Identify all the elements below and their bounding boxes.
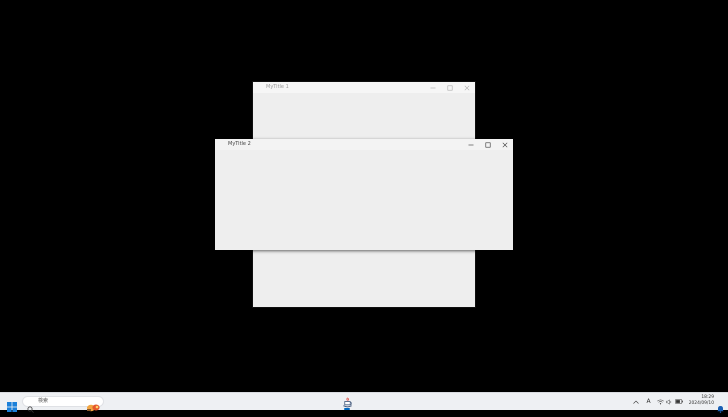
title-bar[interactable]: MyTitle 1 [253,82,475,99]
maximize-icon [485,142,491,148]
desktop: MyTitle 1 MyTitle 2 [0,0,728,392]
close-button[interactable] [458,82,475,93]
battery-icon [674,399,683,404]
taskbar: 検索 A 18:29 2024/09/10 [0,392,728,413]
chevron-up-icon [633,400,639,404]
java-app-icon [257,85,263,99]
wifi-icon [657,399,664,404]
close-button[interactable] [496,139,513,150]
maximize-button[interactable] [479,139,496,150]
notification-button[interactable] [717,398,724,413]
maximize-button[interactable] [441,82,458,93]
search-placeholder: 検索 [38,398,49,404]
window-mytitle-2[interactable]: MyTitle 2 [215,139,513,250]
taskbar-clock[interactable]: 18:29 2024/09/10 [689,395,714,407]
start-button[interactable] [7,397,17,412]
close-icon [464,85,469,90]
clock-date: 2024/09/10 [688,401,714,406]
window-title: MyTitle 2 [228,141,251,147]
java-app-icon [219,142,225,156]
window-title: MyTitle 1 [266,84,289,90]
search-icon [27,398,34,413]
volume-button[interactable] [665,397,674,406]
search-highlight-icon[interactable] [85,397,101,412]
minimize-icon [468,144,473,145]
volume-icon [666,398,672,405]
wifi-button[interactable] [656,397,665,406]
minimize-icon [430,87,435,88]
windows-start-icon [7,402,17,412]
battery-button[interactable] [674,397,683,406]
java-app-icon [343,397,353,407]
notification-bell-icon [717,406,724,413]
taskbar-search-box[interactable]: 検索 [22,396,104,413]
close-icon [502,142,507,147]
window-client-area[interactable] [215,150,513,250]
title-bar[interactable]: MyTitle 2 [215,139,513,156]
running-app-indicator [344,408,350,410]
taskbar-java-app[interactable] [341,395,354,409]
minimize-button[interactable] [462,139,479,150]
ime-indicator[interactable]: A [644,397,653,406]
maximize-icon [447,85,453,91]
show-hidden-icons-button[interactable] [632,397,640,406]
minimize-button[interactable] [424,82,441,93]
